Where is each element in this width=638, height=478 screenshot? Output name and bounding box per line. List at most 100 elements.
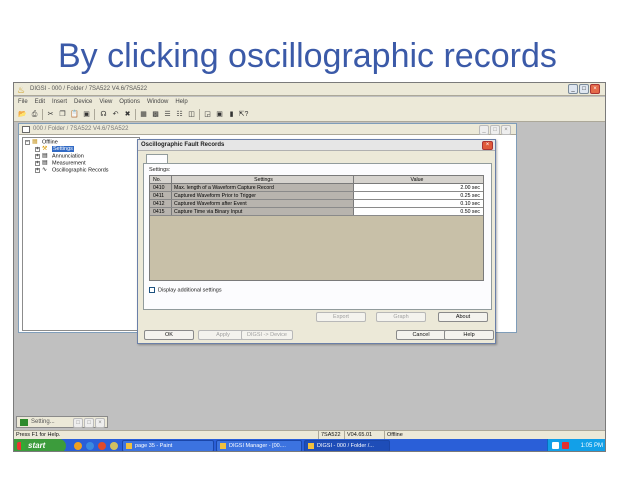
row-value[interactable]: 0.25 sec (354, 192, 483, 199)
dialog-panel: Settings: No. Settings Value 0410 Max. l… (143, 163, 492, 310)
app-titlebar: ♨ DIGSI - 000 / Folder / 7SA522 V4.6/7SA… (14, 83, 605, 96)
cancel-button[interactable]: Cancel (396, 330, 446, 340)
table-row[interactable]: 0410 Max. length of a Waveform Capture R… (150, 184, 483, 192)
table-row[interactable]: 0412 Captured Waveform after Event 0.10 … (150, 200, 483, 208)
collapse-icon[interactable]: − (25, 139, 30, 145)
quicklaunch-browser-icon[interactable] (74, 442, 82, 450)
minimized-setting-window[interactable]: Setting... □ □ × (16, 416, 108, 428)
row-setting: Capture Time via Binary Input (172, 208, 354, 215)
open-icon[interactable]: 📂 (17, 109, 28, 120)
row-value[interactable]: 0.10 sec (354, 200, 483, 207)
row-setting: Max. length of a Waveform Capture Record (172, 184, 354, 191)
quicklaunch-desktop-icon[interactable] (110, 442, 118, 450)
statusbar: Press F1 for Help. 7SA522 V04.65.01 Offl… (14, 430, 605, 440)
child-title: 000 / Folder / 7SA522 V4.6/7SA522 (33, 126, 129, 132)
menubar: File Edit Insert Device View Options Win… (14, 97, 605, 107)
about-button[interactable]: About (438, 312, 488, 322)
column-header-no[interactable]: No. (150, 176, 172, 183)
column-header-value[interactable]: Value (354, 176, 483, 183)
quicklaunch-media-icon[interactable] (98, 442, 106, 450)
row-no: 0415 (150, 208, 172, 215)
close-icon[interactable]: × (95, 418, 105, 428)
copy-icon[interactable]: ❐ (57, 109, 68, 120)
table-row[interactable]: 0415 Capture Time via Binary Input 0.50 … (150, 208, 483, 216)
quicklaunch-ie-icon[interactable] (86, 442, 94, 450)
task-digsi-folder[interactable]: DIGSI - 000 / Folder /... (304, 440, 390, 451)
cascade-icon[interactable]: ◲ (202, 109, 213, 120)
column-header-settings[interactable]: Settings (172, 176, 354, 183)
network-icon[interactable]: ☊ (98, 109, 109, 120)
dialog-titlebar: Oscillographic Fault Records × (138, 140, 495, 151)
maximize-icon[interactable]: □ (84, 418, 94, 428)
delete-icon[interactable]: ✖ (122, 109, 133, 120)
close-icon[interactable]: × (590, 84, 600, 94)
settings-grid: No. Settings Value 0410 Max. length of a… (149, 175, 484, 281)
settings-label: Settings: (149, 167, 171, 173)
paste-icon[interactable]: 📋 (69, 109, 80, 120)
tile-icon[interactable]: ◫ (186, 109, 197, 120)
close-icon[interactable]: × (482, 141, 493, 150)
menu-view[interactable]: View (99, 97, 112, 107)
restore-icon[interactable]: □ (73, 418, 83, 428)
row-value[interactable]: 0.50 sec (354, 208, 483, 215)
child-window-controls: _ □ × (479, 125, 511, 135)
tree-item-oscillographic-records[interactable]: + ∿ Oscillographic Records (35, 167, 109, 173)
screenshot: ♨ DIGSI - 000 / Folder / 7SA522 V4.6/7SA… (13, 82, 606, 452)
digsi-device-button[interactable]: DIGSI -> Device (241, 330, 293, 340)
list-view-icon[interactable]: ☰ (162, 109, 173, 120)
expand-icon[interactable]: + (35, 167, 40, 173)
small-icons-icon[interactable]: ▩ (150, 109, 161, 120)
clock: 1:05 PM (580, 443, 603, 449)
device-icon[interactable]: ▮ (226, 109, 237, 120)
menu-help[interactable]: Help (175, 97, 187, 107)
help-button[interactable]: Help (444, 330, 494, 340)
close-icon[interactable]: × (501, 125, 511, 135)
undo-icon[interactable]: ↶ (110, 109, 121, 120)
expand-icon[interactable]: + (35, 160, 40, 166)
export-button[interactable]: Export (316, 312, 366, 322)
start-button[interactable]: start (14, 439, 66, 451)
setting-window-icon (20, 419, 28, 426)
minimize-icon[interactable]: _ (568, 84, 578, 94)
toolbar-separator (94, 109, 95, 120)
task-paint[interactable]: page 35 - Paint (122, 440, 214, 451)
details-view-icon[interactable]: ☷ (174, 109, 185, 120)
task-digsi-manager[interactable]: DIGSI Manager - [00.... (216, 440, 302, 451)
minimize-icon[interactable]: _ (479, 125, 489, 135)
tray-network-icon[interactable] (552, 442, 559, 449)
display-additional-checkbox[interactable] (149, 287, 155, 293)
properties-icon[interactable]: ▣ (81, 109, 92, 120)
maximize-icon[interactable]: □ (579, 84, 589, 94)
expand-icon[interactable]: + (35, 146, 40, 152)
large-icons-icon[interactable]: ▦ (138, 109, 149, 120)
list-icon: ▤ (42, 153, 48, 159)
minimized-window-title: Setting... (31, 419, 55, 425)
print-icon[interactable]: ⎙ (29, 109, 40, 120)
cut-icon[interactable]: ✂ (45, 109, 56, 120)
window-icon[interactable]: ▣ (214, 109, 225, 120)
menu-device[interactable]: Device (74, 97, 92, 107)
menu-options[interactable]: Options (119, 97, 140, 107)
paint-icon (126, 443, 132, 449)
ok-button[interactable]: OK (144, 330, 194, 340)
display-additional-settings[interactable]: Display additional settings (149, 287, 222, 293)
row-no: 0412 (150, 200, 172, 207)
menu-window[interactable]: Window (147, 97, 168, 107)
table-row[interactable]: 0411 Captured Waveform Prior to Trigger … (150, 192, 483, 200)
display-additional-label: Display additional settings (158, 287, 222, 294)
menu-insert[interactable]: Insert (52, 97, 67, 107)
expand-icon[interactable]: + (35, 153, 40, 159)
graph-button[interactable]: Graph (376, 312, 426, 322)
menu-edit[interactable]: Edit (35, 97, 45, 107)
menu-file[interactable]: File (18, 97, 28, 107)
row-value[interactable]: 2.00 sec (354, 184, 483, 191)
grid-header: No. Settings Value (150, 176, 483, 184)
tree-item-measurement[interactable]: + ▤ Measurement (35, 160, 86, 166)
help-pointer-icon[interactable]: ⇱? (238, 109, 249, 120)
minimized-window-controls: □ □ × (73, 418, 105, 428)
tray-security-icon[interactable] (562, 442, 569, 449)
tree-item-settings[interactable]: + ⚒ Settings (35, 146, 74, 153)
maximize-icon[interactable]: □ (490, 125, 500, 135)
tree-item-offline[interactable]: − ▦ Offline (25, 139, 58, 145)
tree-item-annunciation[interactable]: + ▤ Annunciation (35, 153, 84, 159)
